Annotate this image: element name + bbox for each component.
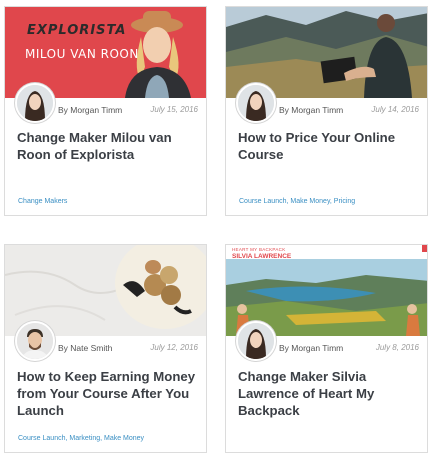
post-card-pricing[interactable]: By Morgan Timm July 14, 2016 How to Pric…: [225, 6, 428, 216]
post-date: July 12, 2016: [150, 343, 198, 352]
tag-link[interactable]: Course Launch, Make Money, Pricing: [239, 198, 355, 205]
post-title[interactable]: How to Keep Earning Money from Your Cour…: [17, 368, 197, 419]
author-avatar[interactable]: [15, 321, 55, 361]
post-date: July 14, 2016: [371, 105, 419, 114]
tag-link[interactable]: Course Launch, Marketing, Make Money: [18, 435, 144, 442]
post-date: July 15, 2016: [150, 105, 198, 114]
post-card-earning[interactable]: By Nate Smith July 12, 2016 How to Keep …: [4, 244, 207, 453]
hero-caption-brand: HEART MY BACKPACK: [232, 247, 286, 252]
author-name[interactable]: By Morgan Timm: [58, 105, 122, 115]
author-avatar[interactable]: [236, 83, 276, 123]
author-name[interactable]: By Morgan Timm: [279, 343, 343, 353]
post-title[interactable]: Change Maker Silvia Lawrence of Heart My…: [238, 368, 418, 419]
hero-caption-name: MILOU VAN ROON: [25, 47, 139, 61]
author-name[interactable]: By Morgan Timm: [279, 105, 343, 115]
post-tags[interactable]: Change Makers: [18, 198, 67, 205]
post-tags[interactable]: Course Launch, Make Money, Pricing: [239, 198, 355, 205]
author-avatar[interactable]: [236, 321, 276, 361]
post-tags[interactable]: Course Launch, Marketing, Make Money: [18, 435, 144, 442]
author-name[interactable]: By Nate Smith: [58, 343, 112, 353]
author-avatar[interactable]: [15, 83, 55, 123]
hero-caption-name: SILVIA LAWRENCE: [232, 253, 292, 260]
post-title[interactable]: How to Price Your Online Course: [238, 129, 418, 163]
tag-link[interactable]: Change Makers: [18, 198, 67, 205]
post-title[interactable]: Change Maker Milou van Roon of Explorist…: [17, 129, 197, 163]
post-date: July 8, 2016: [375, 343, 419, 352]
post-card-silvia[interactable]: HEART MY BACKPACK SILVIA LAWRENCE By Mor…: [225, 244, 428, 453]
post-card-milou[interactable]: EXPLORISTA MILOU VAN ROON By Morgan Timm…: [4, 6, 207, 216]
hero-caption-brand: EXPLORISTA: [27, 23, 127, 38]
